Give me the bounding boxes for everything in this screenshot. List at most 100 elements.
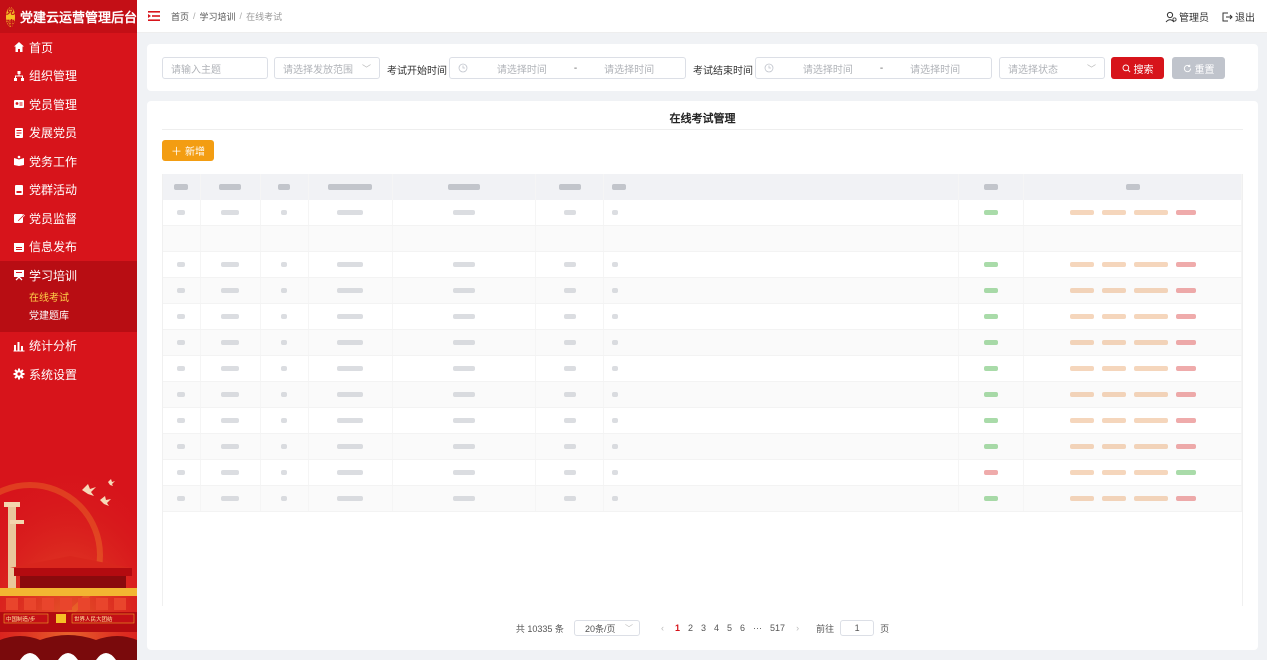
sidebar-item-publish[interactable]: 信息发布 [0,233,137,262]
table-cell [604,278,959,303]
obscured-action-link[interactable] [1101,262,1126,267]
obscured-action-link[interactable] [1069,314,1094,319]
next-page-button[interactable]: › [796,623,799,633]
sidebar-item-settings[interactable]: 系统设置 [0,360,137,389]
status-select[interactable]: 请选择状态 ﹀ [999,57,1105,79]
sidebar-item-activities[interactable]: 党群活动 [0,176,137,205]
page-6[interactable]: 6 [740,623,745,633]
page-4[interactable]: 4 [714,623,719,633]
topic-input[interactable]: 请输入主题 [162,57,268,79]
sidebar-item-statistics[interactable]: 统计分析 [0,332,137,361]
obscured-action-link[interactable] [1133,392,1168,397]
obscured-action-link[interactable] [1069,340,1094,345]
obscured-action-link[interactable] [1133,366,1168,371]
obscured-action-link[interactable] [1133,496,1168,501]
obscured-action-link[interactable] [1175,366,1196,371]
sidebar-subitem-online-exam[interactable]: 在线考试 [0,290,137,308]
collapse-menu-icon[interactable] [147,9,161,23]
obscured-action-link[interactable] [1175,314,1196,319]
sidebar-item-members[interactable]: 党员管理 [0,90,137,119]
sidebar-item-develop[interactable]: 发展党员 [0,119,137,148]
obscured-action-link[interactable] [1101,314,1126,319]
obscured-action-link[interactable] [1175,444,1196,449]
obscured-action-link[interactable] [1133,314,1168,319]
table-row[interactable] [163,278,1242,304]
table-row[interactable] [163,200,1242,226]
end-time-range-picker[interactable]: 请选择时间 - 请选择时间 [755,57,992,79]
page-2[interactable]: 2 [688,623,693,633]
obscured-action-link[interactable] [1133,418,1168,423]
obscured-action-link[interactable] [1133,444,1168,449]
prev-page-button[interactable]: ‹ [661,623,664,633]
reset-button[interactable]: 重置 [1172,57,1225,79]
obscured-action-link[interactable] [1069,392,1094,397]
obscured-action-link[interactable] [1069,418,1094,423]
table-row[interactable] [163,252,1242,278]
obscured-action-link[interactable] [1175,392,1196,397]
obscured-action-link[interactable] [1133,340,1168,345]
page-517[interactable]: 517 [770,623,785,633]
sidebar-subitem-question-bank[interactable]: 党建题库 [0,308,137,326]
obscured-cell-text [563,210,576,215]
goto-page-input[interactable]: 1 [840,620,875,636]
obscured-action-link[interactable] [1133,210,1168,215]
table-row[interactable] [163,226,1242,252]
brand[interactable]: 党建 党建云运营管理后台 [0,0,137,33]
obscured-action-link[interactable] [1101,392,1126,397]
sidebar-item-org[interactable]: 组织管理 [0,62,137,91]
obscured-action-link[interactable] [1175,496,1196,501]
obscured-action-link[interactable] [1101,366,1126,371]
table-row[interactable] [163,304,1242,330]
obscured-action-link[interactable] [1069,210,1094,215]
obscured-action-link[interactable] [1175,262,1196,267]
obscured-action-link[interactable] [1101,496,1126,501]
obscured-action-link[interactable] [1175,210,1196,215]
obscured-cell-text [337,262,364,267]
obscured-action-link[interactable] [1101,340,1126,345]
table-row[interactable] [163,356,1242,382]
obscured-action-link[interactable] [1175,470,1196,475]
table-row[interactable] [163,382,1242,408]
obscured-action-link[interactable] [1069,288,1094,293]
sidebar-item-supervision[interactable]: 党员监督 [0,204,137,233]
sidebar-item-home[interactable]: 首页 [0,33,137,62]
obscured-action-link[interactable] [1069,444,1094,449]
user-menu[interactable]: 管理员 [1165,9,1209,24]
breadcrumb-study[interactable]: 学习培训 [200,10,236,23]
add-exam-button[interactable]: ＋ 新增 [162,140,214,161]
obscured-action-link[interactable] [1101,288,1126,293]
obscured-header-text [174,184,189,190]
obscured-action-link[interactable] [1175,288,1196,293]
table-row[interactable] [163,434,1242,460]
table-row[interactable] [163,330,1242,356]
obscured-status-badge [983,262,998,267]
start-time-range-picker[interactable]: 请选择时间 - 请选择时间 [449,57,686,79]
page-size-select[interactable]: 20条/页 ﹀ [573,620,640,636]
sidebar-item-affairs[interactable]: 党务工作 [0,147,137,176]
obscured-action-link[interactable] [1069,262,1094,267]
obscured-action-link[interactable] [1101,210,1126,215]
obscured-action-link[interactable] [1069,366,1094,371]
obscured-action-link[interactable] [1069,496,1094,501]
logout-button[interactable]: 退出 [1221,9,1255,24]
table-row[interactable] [163,460,1242,486]
obscured-action-link[interactable] [1175,418,1196,423]
obscured-action-link[interactable] [1069,470,1094,475]
obscured-action-link[interactable] [1133,470,1168,475]
breadcrumb-home[interactable]: 首页 [171,10,189,23]
obscured-action-link[interactable] [1101,418,1126,423]
page-1[interactable]: 1 [675,623,680,633]
obscured-action-link[interactable] [1101,444,1126,449]
scope-select[interactable]: 请选择发放范围 ﹀ [274,57,380,79]
obscured-action-link[interactable] [1101,470,1126,475]
search-button[interactable]: 搜索 [1111,57,1164,79]
sidebar-item-study[interactable]: 学习培训 [0,261,137,290]
page-ellipsis[interactable]: ··· [753,623,762,633]
page-5[interactable]: 5 [727,623,732,633]
obscured-action-link[interactable] [1133,262,1168,267]
page-3[interactable]: 3 [701,623,706,633]
table-row[interactable] [163,408,1242,434]
obscured-action-link[interactable] [1133,288,1168,293]
obscured-action-link[interactable] [1175,340,1196,345]
table-row[interactable] [163,486,1242,512]
